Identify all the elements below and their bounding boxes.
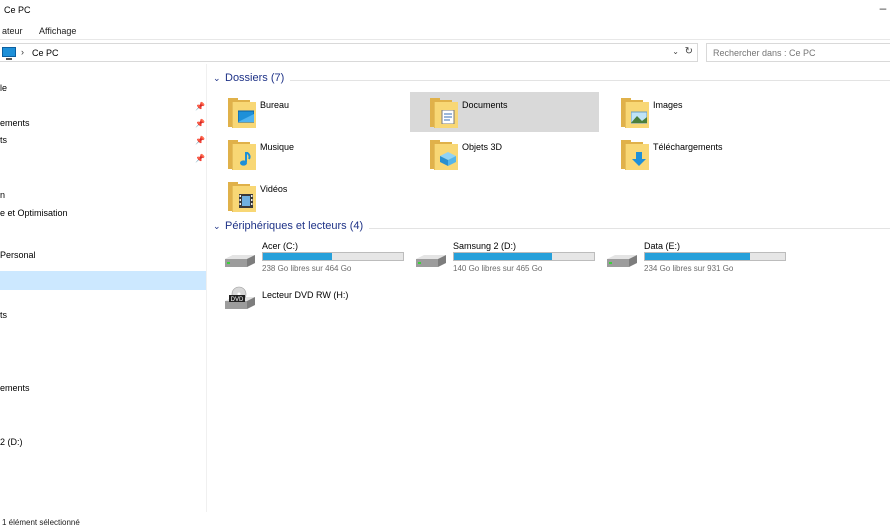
folder-label: Documents [462,100,508,110]
drive-free-space: 238 Go libres sur 464 Go [262,264,352,273]
drive-label: Lecteur DVD RW (H:) [262,290,349,300]
folder-tile-images[interactable]: Images [601,92,790,132]
drive-free-space: 234 Go libres sur 931 Go [644,264,734,273]
nav-item-downloads-2[interactable]: ements [0,380,206,397]
devices-group-title: Périphériques et lecteurs (4) [225,220,370,232]
nav-item-pictures[interactable]: 📌 [0,150,206,167]
folders-group-header[interactable]: ⌄ Dossiers (7) [208,72,890,88]
3d-objects-folder-icon [430,140,458,170]
status-bar: 1 élément sélectionné [0,515,890,530]
windows-drive-icon [225,255,255,267]
folder-label: Bureau [260,100,290,110]
documents-folder-icon [430,98,458,128]
nav-item-label: ements [0,383,30,393]
nav-item-desktop[interactable]: 📌 [0,98,206,115]
nav-item-label: ts [0,135,8,145]
computer-icon [2,47,16,60]
videos-folder-icon [228,182,256,212]
folder-label: Objets 3D [462,142,503,152]
folder-tile-telechargements[interactable]: Téléchargements [601,134,790,174]
content-area: ⌄ Dossiers (7) Bureau Documents Images M… [208,64,890,512]
title-bar: Ce PC – [0,0,890,20]
downloads-folder-icon [621,140,649,170]
drive-tile-d[interactable]: Samsung 2 (D:) 140 Go libres sur 465 Go [408,240,597,280]
drive-tile-e[interactable]: Data (E:) 234 Go libres sur 931 Go [599,240,788,280]
folder-label: Téléchargements [653,142,723,152]
drive-tile-dvd[interactable]: DVD Lecteur DVD RW (H:) [217,286,406,328]
drive-usage-bar [644,252,786,261]
nav-item-label: le [0,83,8,93]
minimize-icon[interactable]: – [876,1,890,17]
status-text: 1 élément sélectionné [2,518,80,527]
drive-label: Data (E:) [644,241,681,251]
address-bar: › Ce PC ⌄ ↻ [0,43,890,63]
pictures-folder-icon [621,98,649,128]
search-box [706,43,890,62]
nav-item-label: e et Optimisation [0,208,68,218]
nav-item-onedrive-personal[interactable]: Personal [0,247,206,264]
nav-item-label: 2 (D:) [0,437,23,447]
pin-icon: 📌 [195,119,205,128]
folder-label: Musique [260,142,295,152]
folder-tile-objets-3d[interactable]: Objets 3D [410,134,599,174]
address-box[interactable]: › Ce PC ⌄ ↻ [0,43,698,62]
nav-item-label: Personal [0,250,36,260]
pin-icon: 📌 [195,136,205,145]
hard-drive-icon [416,255,446,267]
folder-label: Vidéos [260,184,288,194]
drive-usage-fill [454,253,552,260]
dvd-badge: DVD [231,297,244,303]
nav-item-this-pc[interactable] [0,271,206,290]
chevron-down-icon[interactable]: ⌄ [213,221,221,232]
drive-label: Samsung 2 (D:) [453,241,517,251]
chevron-down-icon[interactable]: ⌄ [672,47,679,56]
folder-label: Images [653,100,683,110]
search-input[interactable] [707,44,890,61]
ribbon: ateur Affichage [0,20,890,40]
divider [225,80,890,81]
nav-item-label: n [0,190,6,200]
pin-icon: 📌 [195,102,205,111]
nav-item-downloads[interactable]: ements 📌 [0,115,206,132]
nav-item-quick-access[interactable]: le [0,80,206,97]
drive-free-space: 140 Go libres sur 465 Go [453,264,543,273]
tab-ordinateur[interactable]: ateur [2,26,23,36]
hard-drive-icon [607,255,637,267]
chevron-down-icon[interactable]: ⌄ [213,73,221,84]
dvd-drive-icon: DVD [225,286,255,309]
folder-tile-bureau[interactable]: Bureau [208,92,397,132]
drive-tile-c[interactable]: Acer (C:) 238 Go libres sur 464 Go [217,240,406,280]
pin-icon: 📌 [195,154,205,163]
drive-usage-fill [645,253,750,260]
chevron-right-icon[interactable]: › [21,47,24,57]
nav-item-documents[interactable]: ts 📌 [0,132,206,149]
window-title: Ce PC [4,5,31,15]
nav-item-documents-2[interactable]: ts [0,307,206,324]
navigation-pane: le 📌 ements 📌 ts 📌 📌 n e et Optimisation P… [0,64,207,512]
nav-item-optimisation[interactable]: e et Optimisation [0,205,206,222]
nav-item-samsung-drive[interactable]: 2 (D:) [0,434,206,451]
breadcrumb-ce-pc[interactable]: Ce PC [32,48,59,58]
folder-tile-musique[interactable]: Musique [208,134,397,174]
drive-usage-fill [263,253,332,260]
nav-item-label: ements [0,118,30,128]
drive-label: Acer (C:) [262,241,298,251]
drive-usage-bar [262,252,404,261]
devices-group-header[interactable]: ⌄ Périphériques et lecteurs (4) [208,220,890,236]
folder-tile-documents[interactable]: Documents [410,92,599,132]
folder-tile-videos[interactable]: Vidéos [208,176,397,216]
folders-group-title: Dossiers (7) [225,72,291,84]
refresh-icon[interactable]: ↻ [685,46,693,57]
nav-item-folder-1[interactable]: n [0,187,206,204]
music-folder-icon [228,140,256,170]
nav-item-label: ts [0,310,8,320]
drive-usage-bar [453,252,595,261]
tab-affichage[interactable]: Affichage [39,26,76,36]
desktop-folder-icon [228,98,256,128]
